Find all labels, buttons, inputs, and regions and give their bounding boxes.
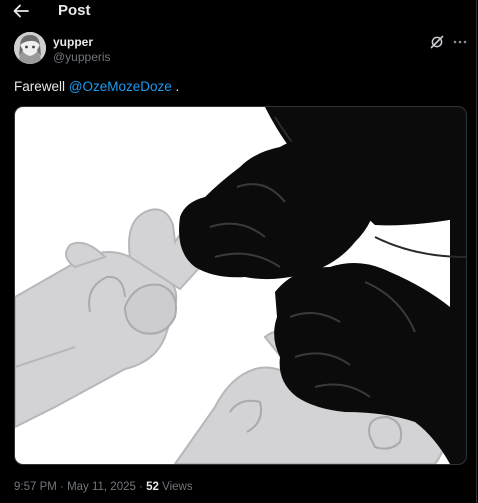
views-label: Views — [158, 481, 193, 493]
post-time[interactable]: 9:57 PM — [14, 481, 57, 493]
page-title: Post — [58, 2, 91, 19]
meta-separator: · — [135, 481, 147, 493]
arrow-left-icon — [13, 4, 29, 18]
tweet-media[interactable] — [14, 106, 467, 465]
tweet-text-before: Farewell — [14, 79, 69, 94]
avatar[interactable] — [14, 32, 46, 64]
post-meta: 9:57 PM · May 11, 2025 · 52 Views — [14, 479, 193, 495]
tweet-text: Farewell @OzeMozeDoze . — [14, 78, 179, 96]
grok-icon — [430, 35, 444, 49]
grok-button[interactable] — [428, 33, 446, 51]
top-bar: Post — [0, 0, 477, 24]
author-display-name[interactable]: yupper — [53, 35, 93, 49]
drawing-image — [15, 107, 466, 464]
back-button[interactable] — [8, 0, 34, 22]
post-date[interactable]: May 11, 2025 — [67, 481, 136, 493]
more-button[interactable] — [450, 33, 470, 51]
avatar-image — [14, 32, 46, 64]
mention-link[interactable]: @OzeMozeDoze — [69, 79, 172, 94]
author-handle[interactable]: @yupperis — [53, 50, 111, 64]
tweet-text-after: . — [171, 79, 180, 94]
more-horizontal-icon — [453, 40, 467, 44]
meta-separator: · — [56, 481, 68, 493]
views-count: 52 — [146, 481, 159, 493]
post-view: Post yupper @yupperis Farewell @OzeMozeD… — [0, 0, 477, 503]
